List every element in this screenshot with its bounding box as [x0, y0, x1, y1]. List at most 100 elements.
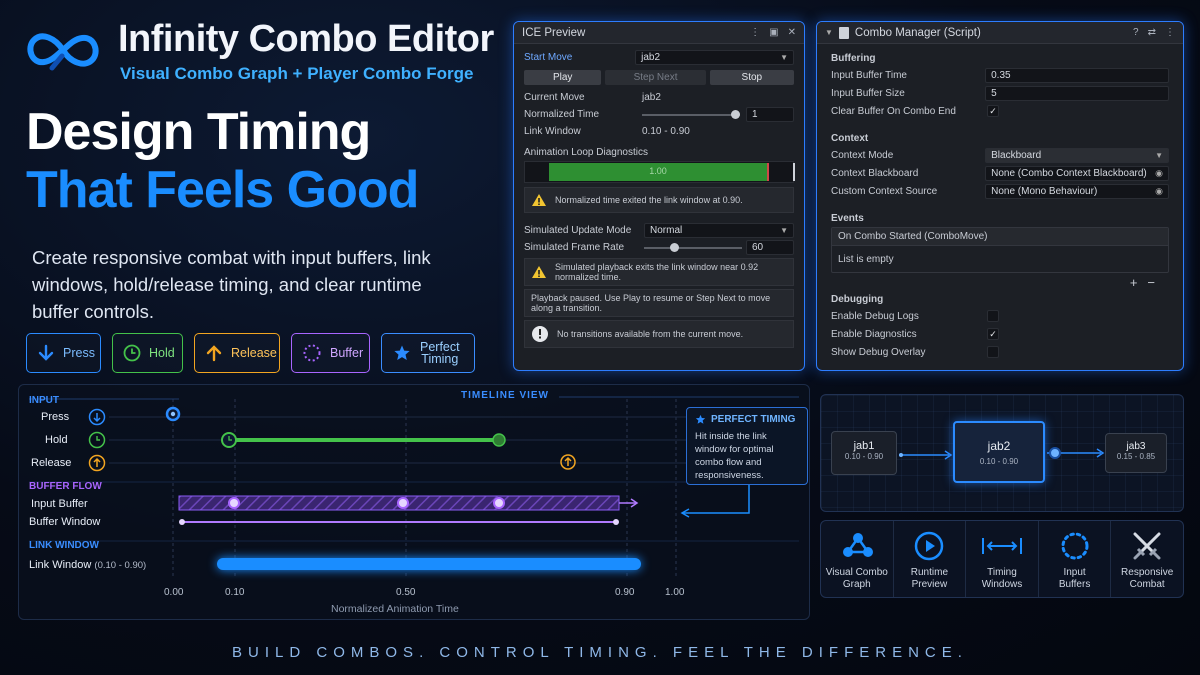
slider-knob[interactable] — [731, 109, 740, 119]
start-move-dropdown[interactable]: jab2 ▼ — [635, 49, 794, 65]
node-range: 0.15 - 0.85 — [1116, 452, 1156, 461]
custom-source-field[interactable]: None (Mono Behaviour) ◉ — [985, 183, 1169, 199]
maximize-icon[interactable]: ▣ — [769, 27, 778, 38]
combo-manager-panel: ▼ Combo Manager (Script) ? ⇄ ⋮ Buffering… — [816, 21, 1184, 371]
arrow-up-icon — [205, 343, 223, 363]
object-picker-icon[interactable]: ◉ — [1155, 168, 1163, 179]
add-event-button[interactable]: + — [1130, 275, 1138, 290]
feature-label: Windows — [981, 579, 1023, 590]
feature-timing-windows: Timing Windows — [966, 521, 1039, 597]
feature-label: Input — [1063, 567, 1086, 578]
feature-strip: Visual Combo Graph Runtime Preview Timing W… — [820, 520, 1184, 598]
context-blackboard-field[interactable]: None (Combo Context Blackboard) ◉ — [985, 165, 1169, 181]
overlay-label: Show Debug Overlay — [831, 346, 926, 358]
play-button[interactable]: Play — [524, 70, 602, 85]
settings-icon[interactable]: ⇄ — [1148, 27, 1156, 38]
link-window-value: 0.10 - 0.90 — [642, 126, 690, 137]
clear-buffer-checkbox[interactable]: ✓ — [987, 105, 999, 117]
slider-knob[interactable] — [670, 242, 679, 252]
input-buffer-row-label: Input Buffer — [31, 498, 88, 510]
link-window-row-text: Link Window — [29, 559, 92, 571]
chip-perfect-timing[interactable]: Perfect Timing — [381, 333, 475, 373]
chip-buffer-label: Buffer — [330, 346, 364, 360]
script-icon — [838, 26, 849, 39]
start-move-label: Start Move — [524, 51, 573, 63]
tick-label: 0.00 — [164, 587, 184, 598]
normalized-time-slider[interactable] — [642, 109, 740, 120]
chip-press-label: Press — [63, 346, 95, 360]
diagnostics-header: Animation Loop Diagnostics — [524, 146, 648, 158]
warning-text-1: Normalized time exited the link window a… — [555, 195, 743, 205]
chip-buffer[interactable]: Buffer — [291, 333, 370, 373]
chip-release[interactable]: Release — [194, 333, 280, 373]
overlay-checkbox[interactable] — [987, 346, 999, 358]
debug-logs-checkbox[interactable] — [987, 310, 999, 322]
graph-node-jab2[interactable]: jab2 0.10 - 0.90 — [953, 421, 1045, 483]
ice-preview-titlebar: ICE Preview ⋮ ▣ ✕ — [514, 22, 804, 44]
chip-release-label: Release — [231, 346, 277, 360]
chip-press[interactable]: Press — [26, 333, 101, 373]
close-icon[interactable]: ✕ — [788, 27, 796, 38]
node-name: jab3 — [1126, 441, 1146, 452]
context-mode-value: Blackboard — [991, 149, 1042, 161]
current-move-value: jab2 — [642, 92, 661, 103]
help-icon[interactable]: ? — [1133, 27, 1139, 38]
event-list-empty: List is empty — [838, 253, 894, 265]
sim-rate-slider[interactable] — [644, 242, 742, 253]
normalized-time-field[interactable]: 1 — [746, 107, 794, 122]
link-window-bar — [217, 558, 641, 570]
sim-rate-field[interactable]: 60 — [746, 240, 794, 255]
sim-mode-dropdown[interactable]: Normal ▼ — [644, 223, 794, 238]
input-buffer-time-field[interactable]: 0.35 — [985, 67, 1169, 83]
object-picker-icon[interactable]: ◉ — [1155, 186, 1163, 197]
app-title: Infinity Combo Editor — [118, 18, 494, 60]
chip-hold-label: Hold — [149, 346, 175, 360]
tagline: BUILD COMBOS. CONTROL TIMING. FEEL THE D… — [232, 644, 968, 661]
dropdown-arrow-icon: ▼ — [780, 52, 788, 62]
graph-icon — [840, 529, 874, 563]
context-mode-label: Context Mode — [831, 149, 894, 161]
debugging-header: Debugging — [831, 294, 884, 305]
input-buffer-size-field[interactable]: 5 — [985, 85, 1169, 101]
hero-headline-line2: That Feels Good — [26, 161, 419, 219]
node-name: jab1 — [853, 440, 875, 452]
link-window-row-range: (0.10 - 0.90) — [94, 560, 147, 571]
dropdown-arrow-icon: ▼ — [1155, 150, 1163, 160]
collapse-arrow-icon[interactable]: ▼ — [825, 28, 833, 37]
event-name: On Combo Started (ComboMove) — [832, 228, 1168, 246]
chip-hold[interactable]: Hold — [112, 333, 183, 373]
warning-icon — [532, 194, 546, 206]
info-box: No transitions available from the curren… — [524, 320, 794, 348]
step-next-button[interactable]: Step Next — [605, 70, 706, 85]
graph-node-jab3[interactable]: jab3 0.15 - 0.85 — [1105, 433, 1167, 473]
remove-event-button[interactable]: − — [1147, 275, 1155, 290]
app-subtitle: Visual Combo Graph + Player Combo Forge — [120, 64, 474, 83]
buffer-input-marker — [228, 497, 240, 509]
context-mode-dropdown[interactable]: Blackboard ▼ — [985, 147, 1169, 163]
tick-label: 0.50 — [396, 587, 416, 598]
feature-input-buffers: Input Buffers — [1039, 521, 1112, 597]
buffer-section-label: BUFFER FLOW — [29, 481, 102, 492]
perfect-timing-callout: PERFECT TIMING Hit inside the link windo… — [686, 407, 808, 485]
release-row-label: Release — [31, 457, 72, 469]
feature-label: Combat — [1129, 579, 1165, 590]
infinity-logo-icon — [27, 33, 99, 71]
press-row-label: Press — [41, 411, 70, 423]
start-move-value: jab2 — [641, 51, 661, 63]
input-section-label: INPUT — [29, 395, 59, 406]
play-circle-icon — [913, 529, 945, 563]
link-window-label: Link Window — [524, 126, 581, 137]
stop-button[interactable]: Stop — [709, 70, 794, 85]
crossed-swords-icon — [1130, 529, 1164, 563]
graph-node-jab1[interactable]: jab1 0.10 - 0.90 — [831, 431, 897, 475]
more-icon[interactable]: ⋮ — [1165, 27, 1175, 38]
link-section-label: LINK WINDOW — [29, 540, 99, 551]
input-buffer-size-label: Input Buffer Size — [831, 87, 905, 99]
diagnostics-bar-value: 1.00 — [649, 166, 667, 176]
arrow-down-icon — [37, 343, 55, 363]
diagnostics-checkbox[interactable]: ✓ — [987, 328, 999, 340]
node-name: jab2 — [987, 439, 1011, 453]
feature-label: Buffers — [1058, 579, 1091, 590]
perfect-timing-title: PERFECT TIMING — [711, 414, 796, 425]
more-icon[interactable]: ⋮ — [750, 27, 760, 38]
